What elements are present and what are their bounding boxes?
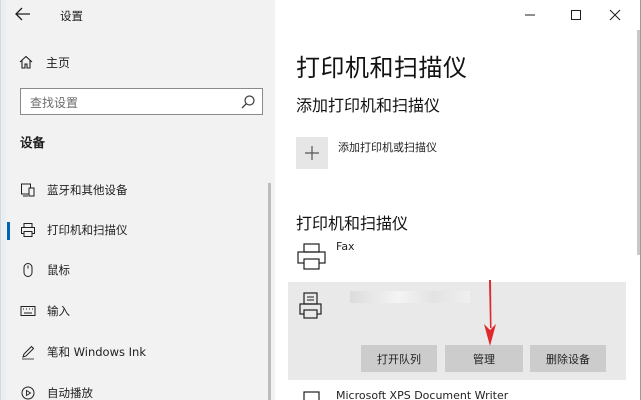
selection-indicator (7, 222, 10, 240)
sidebar-item-mouse[interactable]: 鼠标 (0, 252, 270, 288)
maximize-icon (571, 10, 581, 20)
add-printer-button[interactable] (296, 137, 328, 169)
back-button[interactable] (14, 6, 38, 24)
printer-name: Microsoft XPS Document Writer (336, 389, 509, 400)
add-section-title: 添加打印机和扫描仪 (296, 96, 441, 115)
main-content: 打印机和扫描仪 添加打印机和扫描仪 添加打印机或扫描仪 打印机和扫描仪 Fax (275, 0, 641, 400)
arrow-left-icon (15, 7, 30, 21)
minimize-icon (525, 14, 535, 16)
window-border (0, 0, 1, 400)
redacted-printer-name (350, 291, 470, 303)
pen-icon (22, 345, 35, 360)
printer-icon (21, 223, 35, 237)
settings-window: 设置 主页 查找设置 设备 蓝牙和其他设备 打印机和扫描仪 鼠标 输入 笔和 W… (0, 0, 641, 400)
plus-icon (305, 146, 319, 160)
page-title: 打印机和扫描仪 (296, 54, 468, 82)
mouse-icon (23, 263, 33, 277)
search-placeholder: 查找设置 (30, 96, 79, 110)
sidebar-scrollbar[interactable] (268, 183, 271, 400)
search-icon[interactable] (240, 94, 256, 110)
sidebar-item-label: 蓝牙和其他设备 (47, 183, 128, 197)
sidebar-item-label: 输入 (47, 304, 70, 318)
sidebar-item-label: 自动播放 (47, 386, 93, 400)
title-bar: 设置 (0, 0, 275, 30)
red-arrow-annotation (484, 280, 496, 346)
add-printer-label[interactable]: 添加打印机或扫描仪 (338, 139, 437, 155)
sidebar-item-label: 鼠标 (47, 263, 70, 277)
section-title-devices: 设备 (20, 135, 46, 150)
printer-item-fax[interactable]: Fax (296, 240, 626, 276)
sidebar-item-label: 笔和 Windows Ink (47, 345, 146, 359)
sidebar: 设置 主页 查找设置 设备 蓝牙和其他设备 打印机和扫描仪 鼠标 输入 笔和 W… (0, 0, 275, 400)
maximize-button[interactable] (561, 4, 591, 26)
sidebar-item-bluetooth[interactable]: 蓝牙和其他设备 (0, 172, 270, 208)
printer-icon (303, 391, 320, 400)
minimize-button[interactable] (515, 4, 545, 26)
window-title: 设置 (60, 9, 83, 23)
keyboard-icon (20, 306, 36, 316)
bluetooth-devices-icon (21, 183, 35, 197)
sidebar-item-printers[interactable]: 打印机和扫描仪 (0, 212, 270, 248)
sidebar-item-autoplay[interactable]: 自动播放 (0, 375, 270, 400)
printer-name: Fax (336, 240, 355, 253)
home-label: 主页 (46, 55, 71, 70)
sidebar-item-typing[interactable]: 输入 (0, 293, 270, 329)
manage-button[interactable]: 管理 (445, 345, 523, 372)
sidebar-item-label: 打印机和扫描仪 (47, 223, 128, 237)
autoplay-icon (21, 386, 35, 400)
open-queue-button[interactable]: 打开队列 (361, 345, 437, 372)
fax-printer-icon (297, 243, 326, 270)
home-icon (19, 55, 33, 69)
printer-item-xps[interactable]: Microsoft XPS Document Writer (296, 388, 626, 400)
close-button[interactable] (600, 4, 630, 26)
sidebar-item-pen[interactable]: 笔和 Windows Ink (0, 334, 270, 370)
sidebar-item-home[interactable]: 主页 (18, 52, 258, 72)
printer-list-title: 打印机和扫描仪 (296, 214, 409, 233)
close-icon (609, 9, 621, 21)
printer-doc-icon (299, 292, 322, 319)
search-input[interactable]: 查找设置 (20, 88, 263, 115)
remove-device-button[interactable]: 删除设备 (530, 345, 606, 372)
